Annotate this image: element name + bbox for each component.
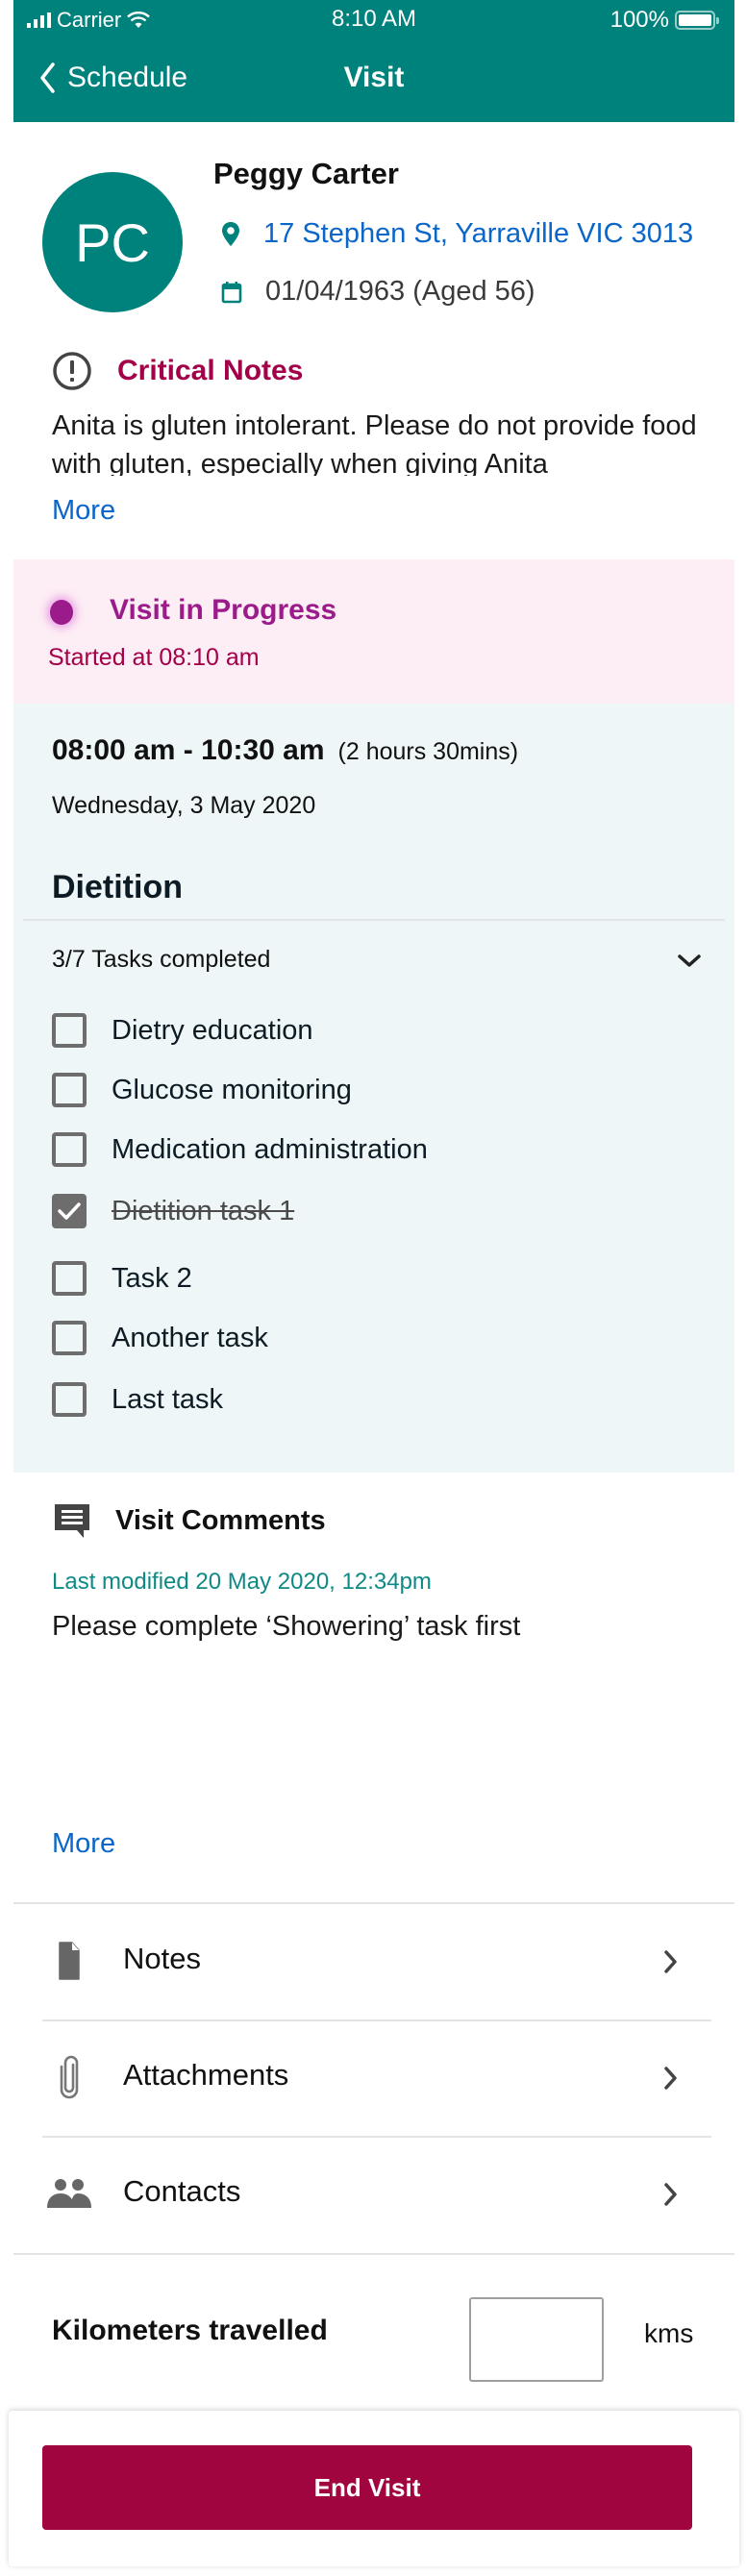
task-label: Medication administration — [112, 1133, 428, 1165]
alert-circle-icon — [53, 352, 91, 390]
kilometers-input[interactable] — [469, 2297, 604, 2382]
checkbox[interactable] — [52, 1261, 87, 1296]
calendar-icon — [221, 281, 242, 303]
battery-percent: 100% — [609, 7, 669, 33]
visit-status-title: Visit in Progress — [110, 594, 337, 626]
divider — [13, 2253, 734, 2255]
page-title: Visit — [343, 62, 405, 93]
nav-bar: Schedule Visit — [13, 58, 734, 106]
kilometers-row: Kilometers travelled kms — [13, 2257, 734, 2391]
checkmark-icon — [58, 1202, 81, 1220]
checkbox[interactable] — [52, 1132, 87, 1167]
client-address: 17 Stephen St, Yarraville VIC 3013 — [263, 218, 694, 249]
task-label: Task 2 — [112, 1262, 192, 1294]
kilometers-unit: kms — [644, 2318, 694, 2348]
paperclip-icon — [50, 2055, 88, 2099]
divider — [13, 1902, 734, 1904]
in-progress-indicator-icon — [50, 600, 73, 625]
location-pin-icon — [222, 221, 239, 246]
visit-time-range: 08:00 am - 10:30 am — [52, 734, 325, 766]
footer-bar: End Visit — [9, 2411, 739, 2566]
client-dob-row: 01/04/1963 (Aged 56) — [221, 276, 535, 308]
comments-body: Please complete ‘Showering’ task first — [52, 1611, 521, 1642]
status-bar: Carrier 8:10 AM 100% — [13, 0, 734, 40]
chevron-right-icon — [664, 1950, 677, 1973]
tasks-summary: 3/7 Tasks completed — [52, 946, 271, 973]
visit-duration: (2 hours 30mins) — [337, 738, 519, 765]
task-item[interactable]: Task 2 — [52, 1261, 192, 1296]
checkbox[interactable] — [52, 1321, 87, 1355]
visit-comments-title: Visit Comments — [115, 1504, 326, 1536]
visit-screen: Carrier 8:10 AM 100% Schedule Visit PC P… — [9, 0, 739, 2576]
notes-label: Notes — [123, 1942, 201, 1975]
task-label: Last task — [112, 1383, 224, 1415]
checkbox[interactable] — [52, 1382, 87, 1417]
avatar: PC — [42, 172, 183, 312]
divider — [23, 919, 725, 921]
kilometers-label: Kilometers travelled — [52, 2315, 328, 2346]
visit-status-banner: Visit in Progress Started at 08:10 am — [13, 559, 734, 704]
attachments-link[interactable]: Attachments — [13, 2021, 734, 2135]
task-label: Glucose monitoring — [112, 1074, 352, 1105]
critical-notes-body: Anita is gluten intolerant. Please do no… — [52, 410, 697, 476]
service-title: Dietition — [52, 869, 183, 905]
attachments-label: Attachments — [123, 2058, 289, 2092]
client-profile: PC Peggy Carter 17 Stephen St, Yarravill… — [13, 122, 734, 324]
visit-date: Wednesday, 3 May 2020 — [52, 792, 316, 819]
task-label: Dietition task 1 — [112, 1195, 295, 1226]
critical-notes-title: Critical Notes — [117, 355, 304, 386]
visit-time: 08:00 am - 10:30 am (2 hours 30mins) — [52, 734, 518, 767]
notes-link[interactable]: Notes — [13, 1905, 734, 2019]
client-dob: 01/04/1963 (Aged 56) — [265, 276, 535, 307]
checkbox[interactable] — [52, 1073, 87, 1107]
battery-info: 100% — [609, 7, 719, 34]
visit-comments-header: Visit Comments — [52, 1501, 326, 1540]
task-label: Another task — [112, 1322, 268, 1353]
people-icon — [46, 2172, 92, 2215]
checkbox[interactable] — [52, 1013, 87, 1048]
task-item[interactable]: Glucose monitoring — [52, 1073, 352, 1107]
battery-icon — [675, 11, 719, 30]
task-item[interactable]: Dietition task 1 — [52, 1194, 294, 1228]
chevron-right-icon — [664, 2183, 677, 2206]
end-visit-button[interactable]: End Visit — [42, 2445, 692, 2530]
client-address-link[interactable]: 17 Stephen St, Yarraville VIC 3013 — [221, 218, 693, 250]
contacts-label: Contacts — [123, 2174, 241, 2208]
critical-notes-more-link[interactable]: More — [52, 495, 115, 527]
visit-details: 08:00 am - 10:30 am (2 hours 30mins) Wed… — [13, 704, 734, 1473]
comments-more-link[interactable]: More — [52, 1828, 115, 1860]
app-header: Carrier 8:10 AM 100% Schedule Visit — [13, 0, 734, 122]
visit-comments: Visit Comments Last modified 20 May 2020… — [13, 1473, 734, 1900]
chevron-right-icon — [664, 2067, 677, 2090]
task-item[interactable]: Dietry education — [52, 1013, 313, 1048]
comments-last-modified: Last modified 20 May 2020, 12:34pm — [52, 1569, 432, 1595]
visit-started-time: Started at 08:10 am — [48, 644, 260, 671]
critical-notes-header: Critical Notes — [52, 351, 303, 391]
contacts-link[interactable]: Contacts — [13, 2138, 734, 2251]
task-label: Dietry education — [112, 1014, 313, 1046]
chevron-down-icon[interactable] — [677, 952, 702, 971]
task-item[interactable]: Medication administration — [52, 1132, 428, 1167]
comment-icon — [55, 1504, 89, 1538]
task-item[interactable]: Another task — [52, 1321, 268, 1355]
client-name: Peggy Carter — [213, 157, 399, 190]
document-icon — [50, 1940, 88, 1982]
task-item[interactable]: Last task — [52, 1382, 223, 1417]
checkbox-checked[interactable] — [52, 1194, 87, 1228]
